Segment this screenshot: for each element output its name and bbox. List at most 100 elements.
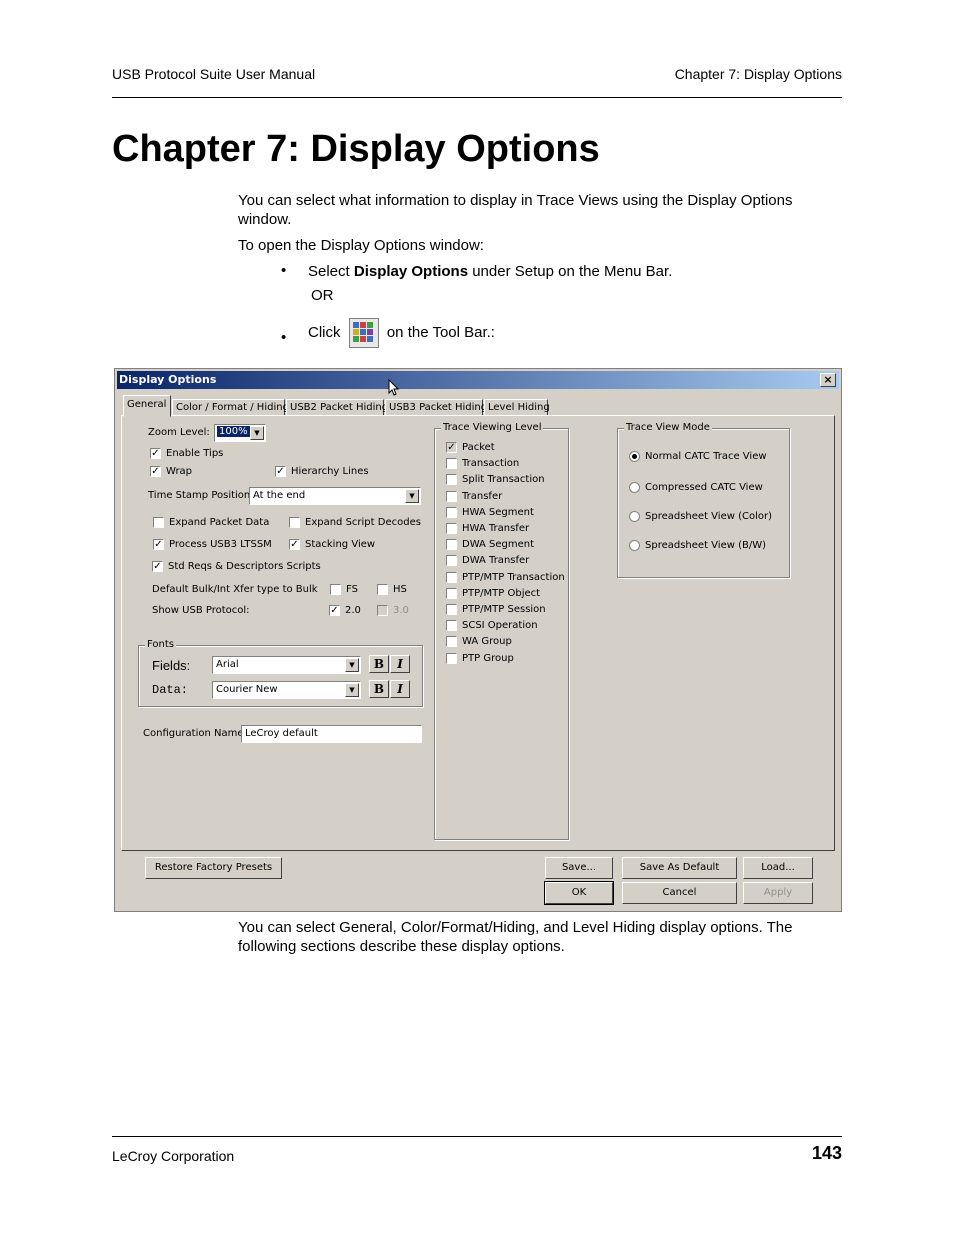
trace-mode-radio[interactable] <box>629 540 640 551</box>
level-checkbox[interactable] <box>446 636 457 648</box>
tab-usb3-packet-hiding[interactable]: USB3 Packet Hiding <box>385 399 487 416</box>
cancel-button[interactable]: Cancel <box>622 882 737 904</box>
level-checkbox[interactable] <box>446 604 457 615</box>
trace-mode-label: Spreadsheet View (B/W) <box>645 540 766 551</box>
running-header-left: USB Protocol Suite User Manual <box>112 66 316 82</box>
wrap-label: Wrap <box>166 466 193 477</box>
level-label: Split Transaction <box>462 474 545 486</box>
level-checkbox[interactable] <box>446 620 457 632</box>
chapter-title: Chapter 7: Display Options <box>112 128 600 170</box>
level-label: HWA Transfer <box>462 523 530 534</box>
level-checkbox[interactable] <box>446 539 457 551</box>
general-panel: Zoom Level: 100% ▼ ✓ Enable Tips ✓ Wrap … <box>121 415 835 851</box>
level-checkbox[interactable]: ✓ <box>446 442 457 453</box>
process-ltssm-checkbox[interactable]: ✓ <box>153 539 164 550</box>
tab-general[interactable]: General <box>123 395 171 417</box>
fields-italic-button[interactable]: I <box>390 655 410 673</box>
trace-mode-radio[interactable] <box>629 511 640 522</box>
close-icon[interactable]: × <box>820 373 836 387</box>
fs-checkbox[interactable] <box>330 584 341 595</box>
trace-view-mode-label: Trace View Mode <box>624 422 712 433</box>
level-checkbox[interactable] <box>446 587 457 599</box>
data-font-select[interactable]: Courier New ▼ <box>212 681 361 699</box>
header-rule <box>112 97 842 98</box>
chevron-down-icon[interactable]: ▼ <box>250 426 264 440</box>
stacking-view-label: Stacking View <box>305 539 376 550</box>
show-usb-label: Show USB Protocol: <box>152 605 250 616</box>
wrap-checkbox[interactable]: ✓ <box>150 466 161 477</box>
zoom-select[interactable]: 100% ▼ <box>214 424 266 442</box>
level-checkbox[interactable] <box>446 523 457 534</box>
level-checkbox[interactable] <box>446 474 457 486</box>
restore-factory-presets-button[interactable]: Restore Factory Presets <box>145 857 282 879</box>
trace-mode-radio[interactable] <box>629 482 640 493</box>
save-button[interactable]: Save... <box>545 857 613 879</box>
expand-packet-checkbox[interactable] <box>153 517 164 528</box>
std-reqs-checkbox[interactable]: ✓ <box>152 561 163 572</box>
level-checkbox[interactable] <box>446 571 457 583</box>
display-options-toolbar-icon[interactable] <box>348 318 379 349</box>
expand-script-checkbox[interactable] <box>289 517 300 528</box>
tab-usb2-packet-hiding[interactable]: USB2 Packet Hiding <box>286 399 388 416</box>
level-checkbox[interactable] <box>446 490 457 502</box>
tab-level-hiding[interactable]: Level Hiding <box>484 399 550 416</box>
usb20-label: 2.0 <box>345 605 361 616</box>
chevron-down-icon[interactable]: ▼ <box>345 683 359 697</box>
level-label: Packet <box>462 442 495 453</box>
level-label: Transfer <box>462 490 503 502</box>
trace-mode-label: Spreadsheet View (Color) <box>645 511 772 522</box>
bullet-marker: • <box>281 329 287 346</box>
process-ltssm-label: Process USB3 LTSSM <box>169 539 272 550</box>
config-name-input[interactable]: LeCroy default <box>241 725 422 743</box>
bulk-label: Default Bulk/Int Xfer type to Bulk <box>152 584 318 595</box>
timestamp-select[interactable]: At the end ▼ <box>249 487 421 505</box>
expand-script-label: Expand Script Decodes <box>305 517 421 528</box>
ok-button[interactable]: OK <box>544 881 614 905</box>
dialog-title: Display Options <box>119 373 217 386</box>
hs-checkbox[interactable] <box>377 584 388 595</box>
fields-font-select[interactable]: Arial ▼ <box>212 656 361 674</box>
tab-color-format-hiding[interactable]: Color / Format / Hiding <box>172 399 289 416</box>
fields-label: Fields: <box>152 658 191 673</box>
data-italic-button[interactable]: I <box>390 680 410 698</box>
usb30-label: 3.0 <box>393 605 409 616</box>
chevron-down-icon[interactable]: ▼ <box>405 489 419 503</box>
trace-mode-radio[interactable] <box>629 451 640 462</box>
level-label: DWA Transfer <box>462 555 530 567</box>
enable-tips-label: Enable Tips <box>166 448 224 459</box>
level-checkbox[interactable] <box>446 555 457 567</box>
bullet-1-bold: Display Options <box>353 263 469 280</box>
usb20-checkbox[interactable]: ✓ <box>329 605 340 616</box>
fields-bold-button[interactable]: B <box>369 655 389 673</box>
data-bold-button[interactable]: B <box>369 680 389 698</box>
hierarchy-lines-checkbox[interactable]: ✓ <box>275 466 286 477</box>
footer-rule <box>112 1136 842 1137</box>
load-button[interactable]: Load... <box>743 857 813 879</box>
save-as-default-button[interactable]: Save As Default <box>622 857 737 879</box>
or-text: OR <box>311 287 334 304</box>
mouse-cursor-icon <box>388 379 400 396</box>
dialog-titlebar: Display Options × <box>117 371 839 389</box>
level-label: PTP/MTP Transaction <box>462 571 565 583</box>
trace-view-mode-group: Trace View Mode Normal CATC Trace View Co… <box>617 422 790 578</box>
after-paragraph: You can select General, Color/Format/Hid… <box>238 919 793 955</box>
enable-tips-checkbox[interactable]: ✓ <box>150 448 161 459</box>
level-checkbox[interactable] <box>446 652 457 664</box>
apply-button[interactable]: Apply <box>743 882 813 904</box>
level-label: WA Group <box>462 636 512 648</box>
fonts-group-label: Fonts <box>145 639 176 650</box>
level-label: HWA Segment <box>462 506 534 518</box>
fonts-group: Fonts Fields: Arial ▼ B I Data: Courier … <box>138 639 423 707</box>
level-checkbox[interactable] <box>446 458 457 470</box>
timestamp-value: At the end <box>253 490 306 501</box>
zoom-value: 100% <box>217 426 250 437</box>
usb30-checkbox[interactable] <box>377 605 388 616</box>
level-label: DWA Segment <box>462 539 535 551</box>
fields-font-value: Arial <box>216 659 239 670</box>
std-reqs-label: Std Reqs & Descriptors Scripts <box>168 561 321 572</box>
trace-mode-label: Compressed CATC View <box>645 482 763 493</box>
chevron-down-icon[interactable]: ▼ <box>345 658 359 672</box>
level-checkbox[interactable] <box>446 506 457 518</box>
trace-viewing-level-label: Trace Viewing Level <box>441 422 544 433</box>
stacking-view-checkbox[interactable]: ✓ <box>289 539 300 550</box>
